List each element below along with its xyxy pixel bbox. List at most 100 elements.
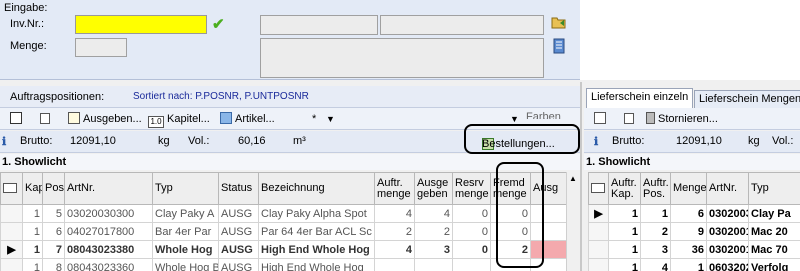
table-row-selected[interactable]: ▶ 1 7 08043023380 Whole Hog AUSG High En… [0, 240, 567, 259]
artikel-button[interactable]: Artikel... [220, 111, 275, 127]
cell-typ: Clay Pa [748, 204, 800, 223]
brutto-value: 12091,10 [676, 135, 722, 147]
row-marker[interactable] [0, 258, 23, 271]
col-header-pos[interactable]: Pos [42, 172, 65, 205]
col-header-auftr-pos[interactable]: Auftr. Pos. [640, 172, 671, 205]
edit-checkbox-icon[interactable] [10, 111, 25, 127]
cell-kap: 1 [22, 240, 43, 259]
col-header-artnr[interactable]: ArtNr. [64, 172, 153, 205]
table-vertical-scrollbar[interactable]: ▲ [566, 172, 580, 271]
row-marker[interactable]: ▶ [588, 204, 609, 223]
cell-resrv-menge: 0 [452, 240, 491, 259]
artikel-label: Artikel... [235, 113, 275, 125]
tab-lieferschein-mengen[interactable]: Lieferschein Mengen [694, 90, 800, 108]
copy-icon[interactable] [624, 111, 637, 127]
document-pen-icon [68, 112, 80, 124]
brutto-value: 12091,10 [70, 135, 116, 147]
ausgeben-button[interactable]: Ausgeben... [68, 111, 142, 127]
brutto-label: Brutto: [612, 135, 645, 147]
copy-icon[interactable] [40, 111, 53, 127]
cell-auftr-kap: 1 [608, 222, 641, 241]
col-header-ausgegeben[interactable]: Ausge geben [414, 172, 453, 205]
menge-input[interactable] [75, 38, 127, 57]
chapter-icon: 1.0 [148, 116, 164, 128]
print-header-icon[interactable] [0, 172, 23, 205]
stornieren-label: Stornieren... [658, 113, 718, 125]
right-top-blank [580, 0, 800, 80]
row-marker[interactable] [588, 222, 609, 241]
col-header-status[interactable]: Status [218, 172, 259, 205]
col-header-resrv-menge[interactable]: Resrv menge [452, 172, 491, 205]
box-icon [220, 112, 232, 124]
info-field-2 [380, 15, 544, 35]
kapitel-label: Kapitel... [167, 113, 210, 125]
positions-header: Auftragspositionen: Sortiert nach: P.POS… [0, 86, 580, 108]
vol-label: Vol.: [188, 135, 210, 147]
tab-lieferschein-einzeln[interactable]: Lieferschein einzeln [586, 88, 694, 108]
cell-pos: 5 [42, 204, 65, 223]
bestellungen-highlight-callout [464, 124, 580, 154]
cell-auftr-pos: 4 [640, 258, 671, 271]
table-row[interactable]: 1 2 9 0302001 Mac 20 [588, 222, 800, 241]
info-icon: ℹ [594, 136, 599, 148]
positions-title: Auftragspositionen: [10, 91, 105, 103]
col-header-menge[interactable]: Menge [670, 172, 707, 205]
col-header-auftr-menge[interactable]: Auftr. menge [374, 172, 415, 205]
fremd-menge-highlight-callout [496, 162, 544, 268]
cell-typ: Mac 20 [748, 222, 800, 241]
ausgeben-label: Ausgeben... [83, 113, 142, 125]
col-header-auftr-kap[interactable]: Auftr. Kap. [608, 172, 641, 205]
cell-resrv-menge: 0 [452, 204, 491, 223]
col-header-typ[interactable]: Typ [748, 172, 800, 205]
cell-artnr: 08043023360 [64, 258, 153, 271]
open-folder-icon[interactable] [551, 15, 567, 29]
table-row[interactable]: 1 3 36 0302001 Mac 70 [588, 240, 800, 259]
row-marker[interactable] [0, 204, 23, 223]
cell-auftr-menge: 2 [374, 222, 415, 241]
star-dropdown-icon[interactable]: ▼ [326, 111, 335, 127]
table-row[interactable]: 1 5 03020030300 Clay Paky A AUSG Clay Pa… [0, 204, 567, 223]
star-filter-button[interactable]: * [312, 111, 316, 127]
inv-nr-input[interactable] [75, 15, 207, 34]
cell-status: AUSG [218, 258, 259, 271]
row-marker[interactable]: ▶ [0, 240, 23, 259]
cell-auftr-menge: 4 [374, 240, 415, 259]
delivery-stats: ℹ Brutto: 12091,10 kg Vol.: [584, 131, 800, 153]
cell-resrv-menge: 0 [452, 222, 491, 241]
pane-splitter[interactable] [580, 82, 582, 271]
print-header-icon[interactable] [588, 172, 609, 205]
cell-resrv-menge [452, 258, 491, 271]
table-row[interactable]: 1 4 1 0603202 Verfolg [588, 258, 800, 271]
positions-table: Kap Pos ArtNr. Typ Status Bezeichnung Au… [0, 172, 567, 271]
brutto-unit: kg [158, 135, 170, 147]
row-marker[interactable] [0, 222, 23, 241]
table-row[interactable]: 1 6 04027017800 Bar 4er Par AUSG Par 64 … [0, 222, 567, 241]
delivery-tabs: Lieferschein einzeln Lieferschein Mengen [584, 88, 800, 108]
cell-artnr: 0302001 [706, 240, 749, 259]
cell-menge: 9 [670, 222, 707, 241]
col-header-artnr[interactable]: ArtNr. [706, 172, 749, 205]
cell-pos: 7 [42, 240, 65, 259]
document-list-icon[interactable] [553, 38, 565, 54]
stornieren-button[interactable]: Stornieren... [646, 111, 718, 127]
farben-button[interactable]: Farben [526, 109, 561, 119]
table-row[interactable]: ▶ 1 1 6 0302003 Clay Pa [588, 204, 800, 223]
cell-artnr: 04027017800 [64, 222, 153, 241]
cell-pos: 6 [42, 222, 65, 241]
col-header-bezeichnung[interactable]: Bezeichnung [258, 172, 375, 205]
cell-ausgegeben: 4 [414, 204, 453, 223]
cell-auftr-menge: 4 [374, 204, 415, 223]
cell-bezeichnung: Clay Paky Alpha Spot [258, 204, 375, 223]
row-marker[interactable] [588, 240, 609, 259]
vol-value: 60,16 [238, 135, 266, 147]
row-marker[interactable] [588, 258, 609, 271]
sort-label: Sortiert nach: P.POSNR, P.UNTPOSNR [133, 91, 309, 102]
confirm-check-icon[interactable]: ✔ [212, 15, 225, 33]
col-header-typ[interactable]: Typ [152, 172, 219, 205]
edit-checkbox-icon[interactable] [594, 111, 609, 127]
table-row[interactable]: 1 8 08043023360 Whole Hog B AUSG High En… [0, 258, 567, 271]
cell-ausgegeben: 3 [414, 240, 453, 259]
col-header-kap[interactable]: Kap [22, 172, 43, 205]
kapitel-button[interactable]: 1.0 Kapitel... [148, 111, 210, 128]
scroll-up-icon[interactable]: ▲ [569, 174, 577, 183]
